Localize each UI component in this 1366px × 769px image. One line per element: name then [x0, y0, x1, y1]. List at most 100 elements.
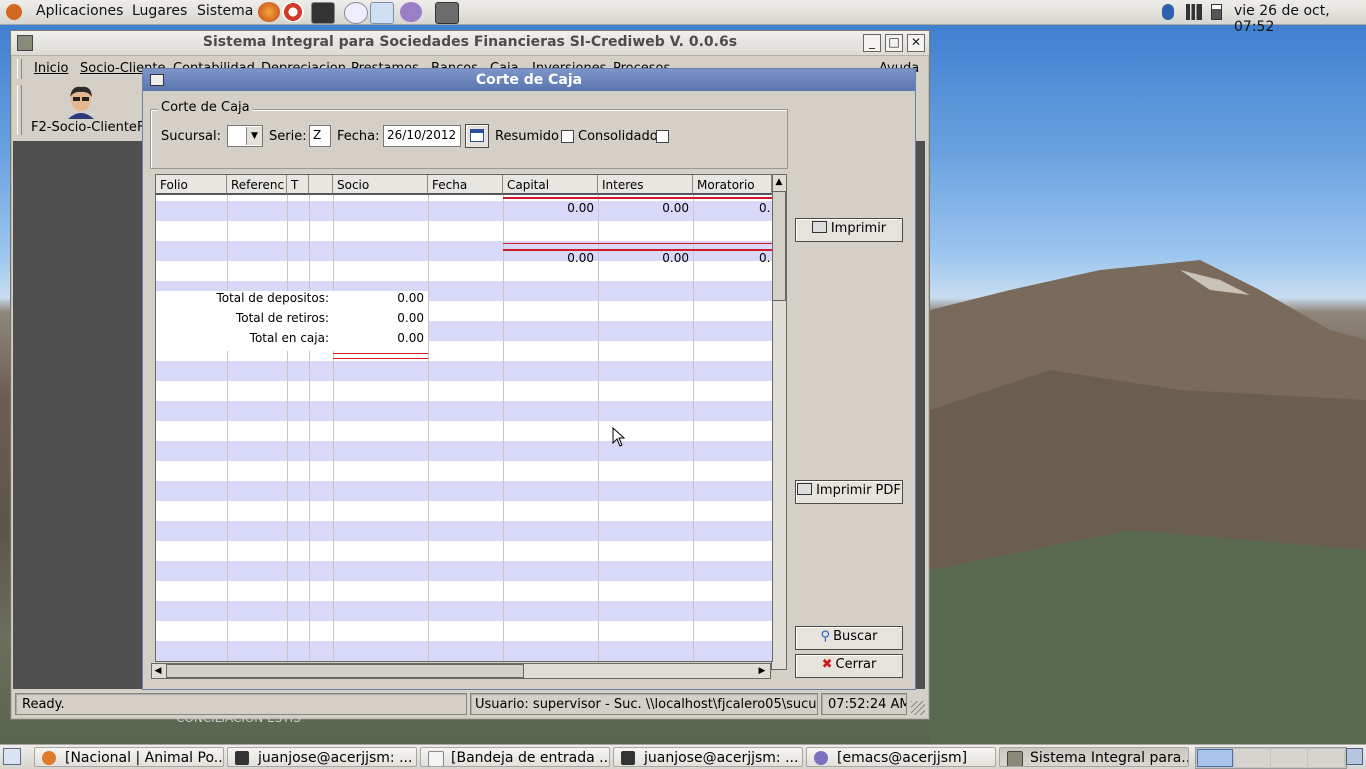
header-folio[interactable]: Folio [156, 175, 227, 195]
task-terminal-2[interactable]: juanjose@acerjjsm: ... [613, 747, 803, 767]
menu-lugares[interactable]: Lugares [132, 3, 187, 19]
menu-sistema[interactable]: Sistema [197, 3, 253, 19]
table-row[interactable] [156, 441, 772, 461]
calendar-icon [470, 129, 484, 142]
help-icon[interactable] [282, 2, 304, 22]
table-row[interactable] [156, 221, 772, 241]
network-app-icon[interactable] [370, 2, 394, 24]
grid-line [309, 195, 310, 661]
pidgin-icon[interactable] [400, 2, 422, 22]
total-rule [333, 353, 428, 354]
ubuntu-logo-icon[interactable] [6, 4, 22, 20]
header-moratorio[interactable]: Moratorio [693, 175, 772, 195]
table-row[interactable] [156, 621, 772, 641]
show-desktop-icon[interactable] [3, 748, 21, 765]
battery-icon[interactable] [1211, 4, 1222, 20]
table-row[interactable] [156, 481, 772, 501]
mouse-cursor-icon [612, 427, 626, 447]
workspace-4[interactable] [1308, 749, 1344, 767]
mountain-landscape [930, 260, 1366, 744]
header-blank[interactable] [309, 175, 333, 195]
vertical-scroll-thumb[interactable] [772, 191, 786, 301]
chevron-down-icon[interactable]: ▼ [246, 127, 262, 145]
socio-cliente-tool-button[interactable]: F2-Socio-Cliente [27, 83, 141, 139]
task-terminal-1[interactable]: juanjose@acerjjsm: ... [227, 747, 417, 767]
subtotal1-moratorio: 0. [759, 201, 771, 215]
cerrar-button[interactable]: ✖ Cerrar [795, 654, 903, 678]
horizontal-scrollbar[interactable]: ◀ ▶ [151, 663, 771, 679]
table-row[interactable] [156, 541, 772, 561]
resumido-label: Resumido [495, 129, 559, 144]
imprimir-pdf-label: Imprimir PDF [816, 483, 901, 498]
table-row[interactable] [156, 401, 772, 421]
workspace-1[interactable] [1197, 749, 1233, 767]
minimize-button[interactable]: _ [863, 34, 881, 52]
scroll-left-arrow-icon[interactable]: ◀ [152, 664, 164, 678]
table-row[interactable] [156, 641, 772, 661]
total-caja-value: 0.00 [397, 331, 424, 345]
header-socio[interactable]: Socio [333, 175, 428, 195]
task-emacs[interactable]: [emacs@acerjjsm] [806, 747, 996, 767]
resumido-checkbox[interactable] [561, 130, 574, 143]
table-row[interactable] [156, 381, 772, 401]
table-row[interactable] [156, 361, 772, 381]
workspace-2[interactable] [1234, 749, 1270, 767]
trash-icon[interactable] [1346, 748, 1363, 765]
main-window-titlebar[interactable]: Sistema Integral para Sociedades Financi… [11, 31, 929, 56]
menu-inicio[interactable]: Inicio [34, 61, 68, 76]
table-row[interactable] [156, 561, 772, 581]
table-row[interactable] [156, 461, 772, 481]
table-row[interactable] [156, 501, 772, 521]
close-window-button[interactable]: ✕ [907, 34, 925, 52]
menu-aplicaciones[interactable]: Aplicaciones [36, 3, 123, 19]
calendar-button[interactable] [465, 124, 489, 148]
consolidado-label: Consolidado [578, 129, 658, 144]
panel-clock[interactable]: vie 26 de oct, 07:52 [1234, 3, 1366, 35]
workspace-switcher[interactable] [1195, 747, 1347, 769]
scroll-up-arrow-icon[interactable]: ▲ [772, 175, 786, 189]
bluetooth-icon[interactable] [1162, 4, 1174, 20]
firefox-icon [42, 751, 56, 765]
header-fecha[interactable]: Fecha [428, 175, 503, 195]
total-rule [333, 358, 428, 359]
buscar-button[interactable]: ⚲ Buscar [795, 626, 903, 650]
clock-app-icon[interactable] [344, 2, 368, 24]
header-tipo[interactable]: T [287, 175, 309, 195]
grid-line [333, 195, 334, 661]
imprimir-button[interactable]: Imprimir [795, 218, 903, 242]
signal-strength-icon[interactable] [1186, 4, 1202, 20]
consolidado-checkbox[interactable] [656, 130, 669, 143]
total-retiros-label: Total de retiros: [235, 311, 329, 325]
table-row[interactable] [156, 421, 772, 441]
header-capital[interactable]: Capital [503, 175, 598, 195]
subtotal2-moratorio: 0. [759, 251, 771, 265]
vertical-scrollbar[interactable]: ▲ [771, 174, 787, 670]
header-interes[interactable]: Interes [598, 175, 693, 195]
scroll-right-arrow-icon[interactable]: ▶ [756, 664, 768, 678]
printer-icon [797, 483, 813, 495]
task-sistema-integral[interactable]: Sistema Integral para... [999, 747, 1189, 767]
imprimir-pdf-button[interactable]: Imprimir PDF [795, 480, 903, 504]
table-row[interactable] [156, 661, 772, 662]
dialog-titlebar[interactable]: Corte de Caja [143, 69, 915, 91]
serie-input[interactable]: Z [309, 125, 331, 147]
maximize-button[interactable]: □ [885, 34, 903, 52]
fecha-input[interactable]: 26/10/2012 [383, 125, 461, 147]
horizontal-scroll-thumb[interactable] [166, 664, 524, 678]
resize-grip[interactable] [911, 701, 925, 715]
task-mail[interactable]: [Bandeja de entrada ... [420, 747, 610, 767]
corte-table[interactable]: Folio Referenc T Socio Fecha Capital Int… [155, 174, 773, 662]
filter-group-title: Corte de Caja [158, 100, 253, 115]
task-firefox[interactable]: [Nacional | Animal Po... [34, 747, 224, 767]
total-depositos-label: Total de depositos: [216, 291, 329, 305]
calculator-icon[interactable] [435, 2, 459, 24]
table-row[interactable] [156, 521, 772, 541]
grid-line [287, 195, 288, 661]
header-referencia[interactable]: Referenc [227, 175, 287, 195]
workspace-3[interactable] [1271, 749, 1307, 767]
table-row[interactable] [156, 581, 772, 601]
terminal-icon[interactable] [311, 2, 335, 24]
sucursal-select[interactable]: ▼ [227, 125, 263, 147]
table-row[interactable] [156, 601, 772, 621]
firefox-icon[interactable] [258, 2, 280, 22]
